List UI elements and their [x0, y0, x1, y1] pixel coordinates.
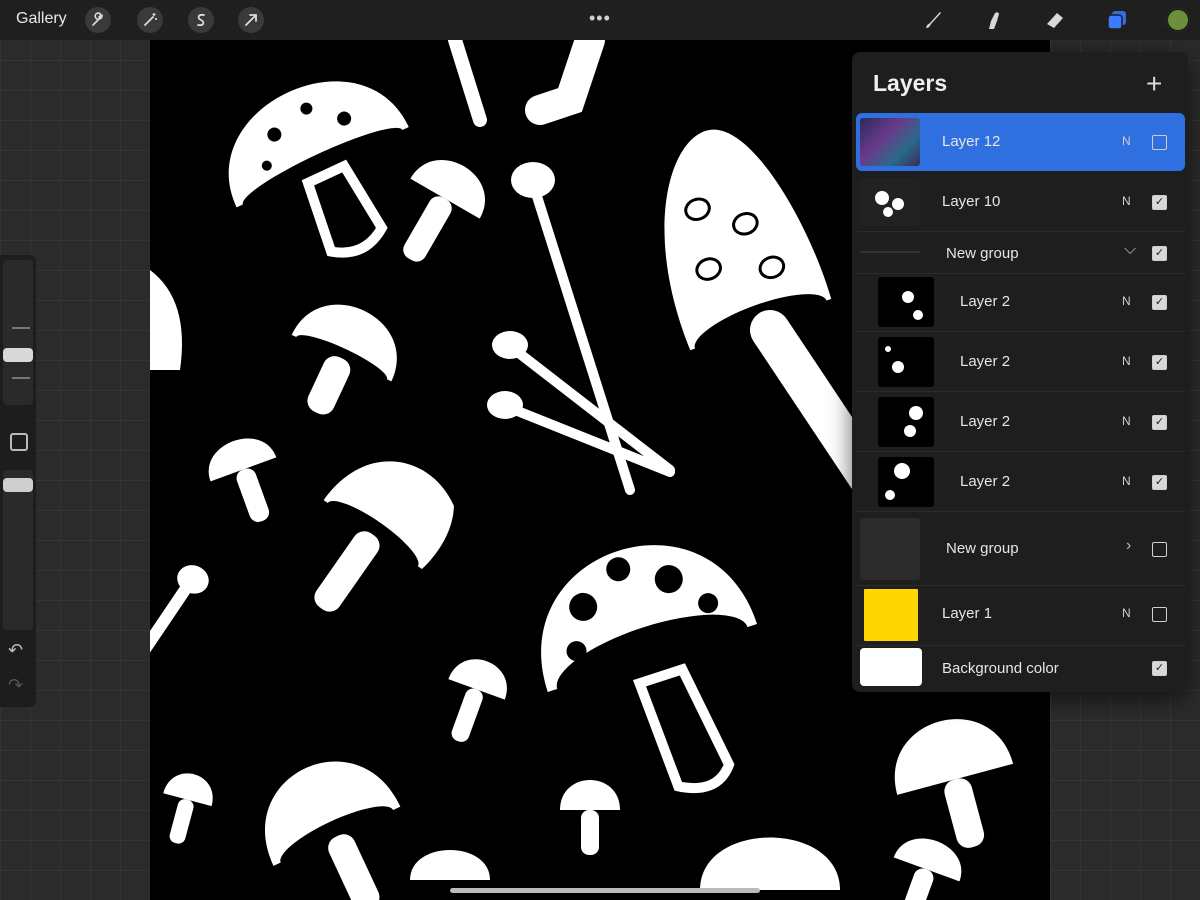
blend-mode-button[interactable]: N — [1122, 474, 1131, 488]
opacity-slider[interactable] — [3, 470, 33, 630]
visibility-checkbox[interactable] — [1152, 607, 1167, 622]
layer-name: Layer 2 — [960, 473, 1011, 490]
visibility-checkbox[interactable]: ✓ — [1152, 295, 1167, 310]
layer-thumbnail — [878, 277, 934, 327]
layer-thumbnail — [860, 178, 920, 226]
layer-row[interactable]: Layer 12 N — [856, 113, 1185, 171]
top-toolbar: Gallery ••• — [0, 0, 1200, 40]
blend-mode-button[interactable]: N — [1122, 194, 1131, 208]
home-indicator — [450, 888, 760, 893]
group-row[interactable]: New group ⌵ ✓ — [856, 233, 1185, 274]
visibility-checkbox[interactable]: ✓ — [1152, 195, 1167, 210]
layer-row[interactable]: Layer 2 N ✓ — [856, 333, 1185, 392]
chevron-right-icon[interactable]: › — [1126, 537, 1131, 555]
group-thumbnail — [860, 518, 920, 580]
visibility-checkbox[interactable]: ✓ — [1152, 415, 1167, 430]
color-picker-button[interactable] — [1166, 8, 1190, 32]
blend-mode-button[interactable]: N — [1122, 354, 1131, 368]
visibility-checkbox[interactable]: ✓ — [1152, 661, 1167, 676]
blend-mode-button[interactable]: N — [1122, 606, 1131, 620]
visibility-checkbox[interactable]: ✓ — [1152, 475, 1167, 490]
wrench-icon[interactable] — [85, 7, 111, 33]
smudge-icon[interactable] — [980, 6, 1008, 34]
layer-thumbnail — [878, 397, 934, 447]
layer-thumbnail — [878, 457, 934, 507]
layers-panel-title: Layers — [873, 70, 948, 96]
modify-button[interactable] — [10, 433, 28, 451]
layer-name: Layer 2 — [960, 293, 1011, 310]
layers-panel: Layers + Layer 12 N Layer 10 N ✓ New gro… — [852, 52, 1188, 692]
undo-icon[interactable]: ↶ — [8, 640, 23, 661]
background-swatch[interactable] — [860, 648, 922, 686]
add-layer-button[interactable]: + — [1146, 68, 1162, 100]
layer-name: Layer 2 — [960, 413, 1011, 430]
left-sidebar: ↶ ↷ — [0, 255, 36, 707]
blend-mode-button[interactable]: N — [1122, 414, 1131, 428]
layer-name: Background color — [942, 660, 1059, 677]
size-tick — [12, 377, 30, 379]
layer-row[interactable]: Layer 2 N ✓ — [856, 273, 1185, 332]
brush-size-handle[interactable] — [3, 348, 33, 362]
layers-icon[interactable] — [1103, 6, 1131, 34]
group-row[interactable]: New group › — [856, 513, 1185, 586]
size-tick — [12, 327, 30, 329]
layer-row[interactable]: Layer 2 N ✓ — [856, 453, 1185, 512]
more-options-button[interactable]: ••• — [589, 8, 611, 29]
brush-icon[interactable] — [919, 6, 947, 34]
layer-name: Layer 10 — [942, 193, 1001, 210]
layer-row[interactable]: Layer 1 N — [856, 585, 1185, 646]
visibility-checkbox[interactable]: ✓ — [1152, 355, 1167, 370]
transform-arrow-icon[interactable] — [238, 7, 264, 33]
layer-name: Layer 12 — [942, 133, 1001, 150]
layer-name: Layer 1 — [942, 605, 993, 622]
group-name: New group — [946, 245, 1019, 262]
magic-wand-icon[interactable] — [137, 7, 163, 33]
layer-row[interactable]: Layer 2 N ✓ — [856, 393, 1185, 452]
visibility-checkbox[interactable] — [1152, 542, 1167, 557]
layer-thumbnail — [864, 589, 918, 641]
group-line — [860, 251, 920, 253]
redo-icon[interactable]: ↷ — [8, 675, 23, 696]
background-color-row[interactable]: Background color ✓ — [856, 645, 1185, 689]
eraser-icon[interactable] — [1041, 6, 1069, 34]
blend-mode-button[interactable]: N — [1122, 134, 1131, 148]
visibility-checkbox[interactable] — [1152, 135, 1167, 150]
opacity-handle[interactable] — [3, 478, 33, 492]
selection-s-icon[interactable] — [188, 7, 214, 33]
chevron-down-icon[interactable]: ⌵ — [1124, 241, 1136, 259]
visibility-checkbox[interactable]: ✓ — [1152, 246, 1167, 261]
layer-name: Layer 2 — [960, 353, 1011, 370]
group-name: New group — [946, 540, 1019, 557]
brush-size-slider[interactable] — [3, 260, 33, 405]
layer-thumbnail — [860, 118, 920, 166]
blend-mode-button[interactable]: N — [1122, 294, 1131, 308]
layer-thumbnail — [878, 337, 934, 387]
layer-row[interactable]: Layer 10 N ✓ — [856, 173, 1185, 232]
gallery-button[interactable]: Gallery — [16, 10, 67, 28]
